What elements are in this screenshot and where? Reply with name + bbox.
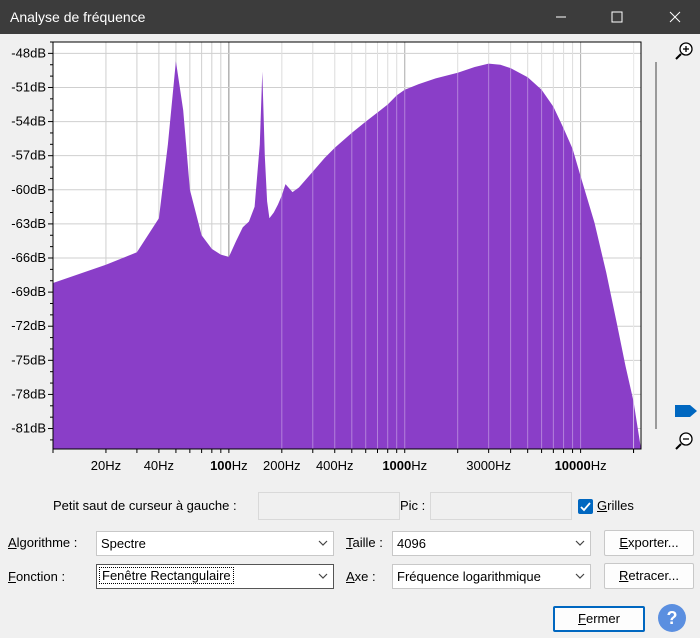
grilles-label-rest: rilles (607, 498, 634, 513)
fonction-label: Fonction : (8, 569, 66, 584)
y-tick-label: -54dB (11, 114, 46, 129)
fonction-label-rest: onction : (15, 569, 66, 584)
x-tick-label: 400Hz (316, 458, 354, 473)
fonction-value: Fenêtre Rectangulaire (99, 567, 234, 584)
chevron-down-icon (318, 540, 328, 546)
y-tick-label: -63dB (11, 216, 46, 231)
y-tick-label: -51dB (11, 79, 46, 94)
algo-select[interactable]: Spectre (96, 531, 334, 556)
maximize-icon (611, 11, 623, 23)
cursor-label: Petit saut de curseur à gauche : (53, 498, 237, 513)
exporter-button[interactable]: Exporter... (604, 530, 694, 556)
axe-label-rest: xe : (354, 569, 376, 584)
x-tick-label: 1000Hz (382, 458, 427, 473)
algo-label-rest: lgorithme : (16, 535, 78, 550)
algo-label: Algorithme : (8, 535, 78, 550)
cursor-field (258, 492, 400, 520)
x-tick-label: 20Hz (91, 458, 121, 473)
taille-label: Taille : (346, 535, 383, 550)
y-tick-label: -60dB (11, 182, 46, 197)
close-button[interactable] (652, 0, 698, 34)
chevron-down-icon (575, 540, 585, 546)
taille-value: 4096 (397, 536, 426, 551)
minimize-button[interactable] (538, 0, 584, 34)
y-tick-label: -48dB (11, 45, 46, 60)
x-tick-label: 200Hz (263, 458, 301, 473)
zoom-in-icon[interactable] (675, 42, 693, 60)
y-tick-label: -81dB (11, 421, 46, 436)
pic-field (430, 492, 572, 520)
x-tick-label: 10000Hz (555, 458, 607, 473)
taille-label-rest: aille : (352, 535, 383, 550)
retracer-label-rest: etracer... (628, 568, 679, 583)
spectrum-panel: -48dB -51dB -54dB -57dB -60dB -63dB -66dB -69dB… (0, 34, 700, 484)
zoom-slider-thumb[interactable] (675, 405, 697, 417)
taille-select[interactable]: 4096 (392, 531, 591, 556)
axe-select[interactable]: Fréquence logarithmique (392, 564, 591, 589)
y-tick-label: -66dB (11, 250, 46, 265)
exporter-label-rest: xporter... (628, 535, 679, 550)
window-title: Analyse de fréquence (10, 9, 146, 25)
title-bar: Analyse de fréquence (0, 0, 700, 34)
maximize-button[interactable] (594, 0, 640, 34)
y-tick-label: -78dB (11, 386, 46, 401)
chevron-down-icon (318, 573, 328, 579)
help-button[interactable]: ? (658, 604, 686, 632)
pic-label: Pic : (400, 498, 426, 513)
grilles-label: Grilles (597, 498, 634, 513)
spectrum-chart[interactable]: -48dB -51dB -54dB -57dB -60dB -63dB -66dB -69dB… (0, 34, 700, 484)
axe-value: Fréquence logarithmique (397, 569, 541, 584)
x-tick-label: 40Hz (144, 458, 174, 473)
fonction-select[interactable]: Fenêtre Rectangulaire (96, 564, 334, 589)
y-tick-label: -57dB (11, 148, 46, 163)
close-icon (669, 11, 681, 23)
grilles-checkbox[interactable] (578, 499, 593, 514)
retracer-button[interactable]: Retracer... (604, 563, 694, 589)
axe-label: Axe : (346, 569, 376, 584)
fermer-button[interactable]: Fermer (553, 606, 645, 632)
y-tick-label: -69dB (11, 284, 46, 299)
fermer-label-rest: ermer (586, 611, 620, 626)
minimize-icon (556, 16, 566, 18)
y-tick-label: -72dB (11, 318, 46, 333)
x-tick-label: 3000Hz (466, 458, 511, 473)
checkmark-icon (580, 502, 591, 512)
zoom-out-icon[interactable] (675, 432, 693, 450)
y-tick-label: -75dB (11, 352, 46, 367)
x-tick-label: 100Hz (210, 458, 248, 473)
algo-value: Spectre (101, 536, 146, 551)
chevron-down-icon (575, 573, 585, 579)
